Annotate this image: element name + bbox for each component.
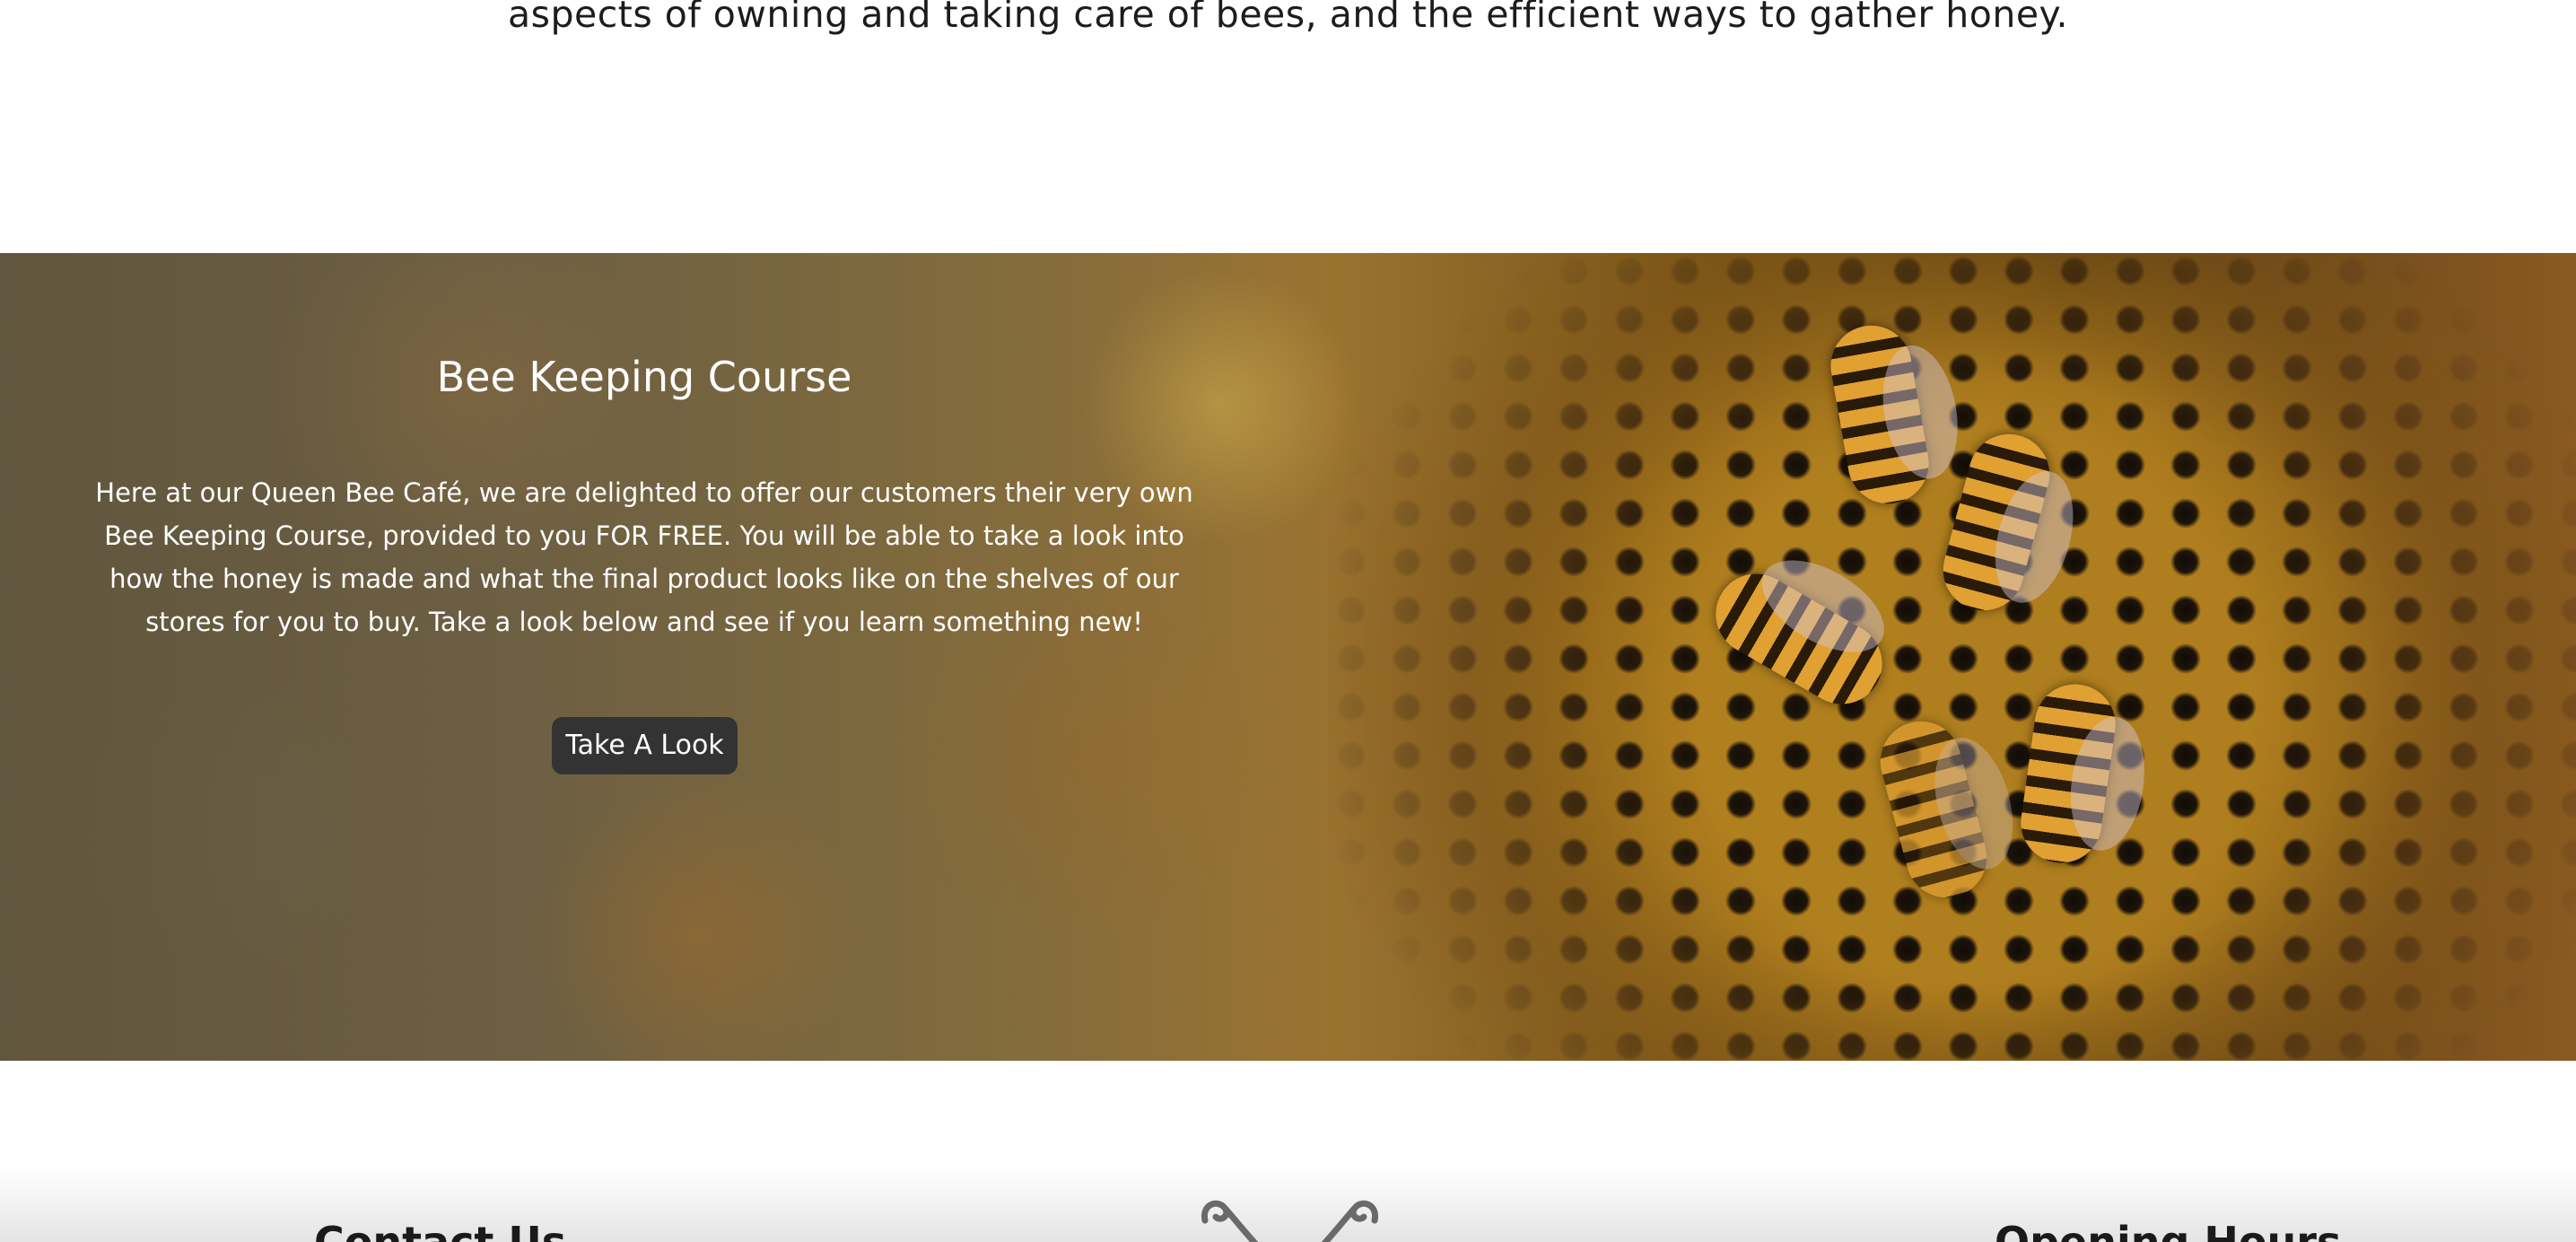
intro-section: aspects of owning and taking care of bee… [0, 0, 2576, 253]
opening-hours-heading: Opening Hours [1995, 1218, 2342, 1242]
honeycomb-image [1328, 253, 2576, 1061]
intro-text: aspects of owning and taking care of bee… [508, 0, 2068, 36]
footer: Contact Us Opening Hours [0, 1061, 2576, 1242]
take-a-look-button[interactable]: Take A Look [552, 717, 738, 774]
bee-antenna-logo-icon [1201, 1200, 1379, 1242]
page: aspects of owning and taking care of bee… [0, 0, 2576, 1242]
course-title: Bee Keeping Course [436, 353, 852, 401]
bee-keeping-course-section: Bee Keeping Course Here at our Queen Bee… [0, 253, 2576, 1061]
contact-us-heading: Contact Us [314, 1218, 567, 1242]
course-description: Here at our Queen Bee Café, we are delig… [95, 477, 1193, 637]
